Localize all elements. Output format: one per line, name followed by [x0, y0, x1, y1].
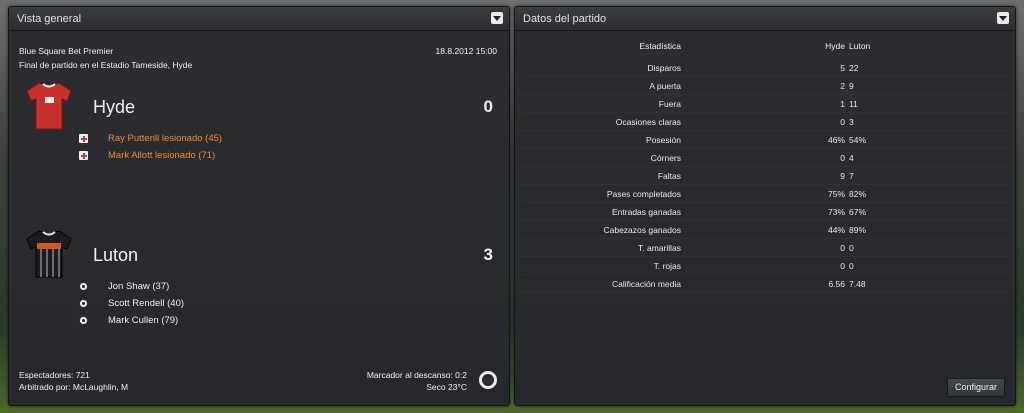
stat-home-value: 73%	[827, 207, 845, 217]
stat-home-value: 6.56	[828, 279, 845, 289]
stats-column-home: Hyde	[825, 41, 845, 51]
stat-row: Córners 0 4	[515, 149, 1015, 167]
overview-header: Vista general	[9, 7, 509, 31]
stat-row: Posesión 46% 54%	[515, 131, 1015, 149]
stat-away-value: 7	[849, 171, 854, 181]
event-text[interactable]: Ray Putterill lesionado (45)	[108, 133, 222, 144]
overview-title: Vista general	[17, 13, 82, 25]
stats-column-away: Luton	[849, 41, 871, 51]
chevron-down-icon[interactable]	[997, 12, 1009, 24]
stats-title: Datos del partido	[523, 13, 607, 25]
home-kit-icon	[26, 82, 72, 130]
event-text[interactable]: Mark Allott lesionado (71)	[108, 150, 215, 161]
match-datetime: 18.8.2012 15:00	[435, 46, 497, 56]
stat-away-value: 4	[849, 153, 854, 163]
stat-label: Pases completados	[606, 189, 681, 199]
overview-panel: Vista general Blue Square Bet Premier 18…	[8, 6, 510, 406]
stat-away-value: 11	[849, 99, 858, 109]
stat-home-value: 2	[840, 81, 845, 91]
stat-away-value: 9	[849, 81, 854, 91]
weather: Seco 23°C	[426, 382, 467, 392]
stat-home-value: 0	[840, 261, 845, 271]
stat-row: T. amarillas 0 0	[515, 239, 1015, 257]
stat-home-value: 0	[840, 243, 845, 253]
stat-label: Faltas	[657, 171, 681, 181]
stat-home-value: 0	[840, 153, 845, 163]
stat-away-value: 54%	[849, 135, 867, 145]
stat-away-value: 82%	[849, 189, 867, 199]
event-text[interactable]: Jon Shaw (37)	[108, 281, 169, 292]
halftime-score: Marcador al descanso: 0:2	[366, 370, 467, 380]
stat-row: Fuera 1 11	[515, 95, 1015, 113]
stat-away-value: 89%	[849, 225, 867, 235]
home-team-name: Hyde	[93, 97, 136, 117]
ball-icon	[79, 299, 88, 308]
stats-header: Datos del partido	[515, 7, 1015, 31]
stats-column-label: Estadística	[639, 41, 681, 51]
stat-label: Fuera	[658, 99, 681, 109]
configure-button[interactable]: Configurar	[947, 378, 1005, 397]
stat-away-value: 22	[849, 63, 859, 73]
match-venue: Final de partido en el Estadio Tameside,…	[19, 60, 193, 70]
stat-row: Calificación media 6.56 7.48	[515, 275, 1015, 293]
stat-label: T. rojas	[653, 261, 681, 271]
competition-name: Blue Square Bet Premier	[19, 46, 114, 56]
stat-row: Pases completados 75% 82%	[515, 185, 1015, 203]
row-divider	[521, 292, 1009, 293]
stat-home-value: 75%	[827, 189, 845, 199]
ball-icon	[79, 316, 88, 325]
stat-row: Ocasiones claras 0 3	[515, 113, 1015, 131]
away-team-name: Luton	[93, 245, 139, 265]
chevron-down-icon[interactable]	[491, 12, 503, 24]
stat-label: Calificación media	[612, 279, 681, 289]
stat-label: Ocasiones claras	[615, 117, 681, 127]
event-text[interactable]: Mark Cullen (79)	[108, 315, 178, 326]
stat-home-value: 5	[840, 63, 845, 73]
stat-label: Disparos	[647, 63, 681, 73]
injury-icon	[79, 134, 88, 143]
home-score: 0	[483, 97, 493, 116]
stat-label: T. amarillas	[638, 243, 681, 253]
stat-label: Córners	[650, 153, 681, 163]
gear-icon[interactable]	[479, 371, 497, 389]
stat-row: Entradas ganadas 73% 67%	[515, 203, 1015, 221]
referee[interactable]: Arbitrado por: McLaughlin, M	[19, 382, 128, 392]
attendance: Espectadores: 721	[19, 370, 90, 380]
stat-away-value: 0	[849, 243, 854, 253]
away-score: 3	[483, 245, 493, 264]
stat-home-value: 44%	[827, 225, 845, 235]
stat-away-value: 67%	[849, 207, 867, 217]
stat-away-value: 3	[849, 117, 854, 127]
stat-home-value: 1	[840, 99, 845, 109]
stat-away-value: 7.48	[849, 279, 866, 289]
stat-row: A puerta 2 9	[515, 77, 1015, 95]
stat-home-value: 0	[840, 117, 845, 127]
stat-home-value: 46%	[827, 135, 845, 145]
stat-row: Cabezazos ganados 44% 89%	[515, 221, 1015, 239]
stat-away-value: 0	[849, 261, 854, 271]
ball-icon	[79, 282, 88, 291]
stat-label: Posesión	[646, 135, 681, 145]
away-kit-icon	[26, 230, 72, 278]
stat-row: Disparos 5 22	[515, 59, 1015, 77]
stat-label: Cabezazos ganados	[603, 225, 681, 235]
stat-label: A puerta	[649, 81, 681, 91]
injury-icon	[79, 151, 88, 160]
stat-label: Entradas ganadas	[612, 207, 681, 217]
stat-home-value: 9	[840, 171, 845, 181]
stat-row: Faltas 9 7	[515, 167, 1015, 185]
stat-row: T. rojas 0 0	[515, 257, 1015, 275]
event-text[interactable]: Scott Rendell (40)	[108, 298, 184, 309]
stats-panel: Datos del partido Estadística Hyde Luton…	[514, 6, 1016, 406]
